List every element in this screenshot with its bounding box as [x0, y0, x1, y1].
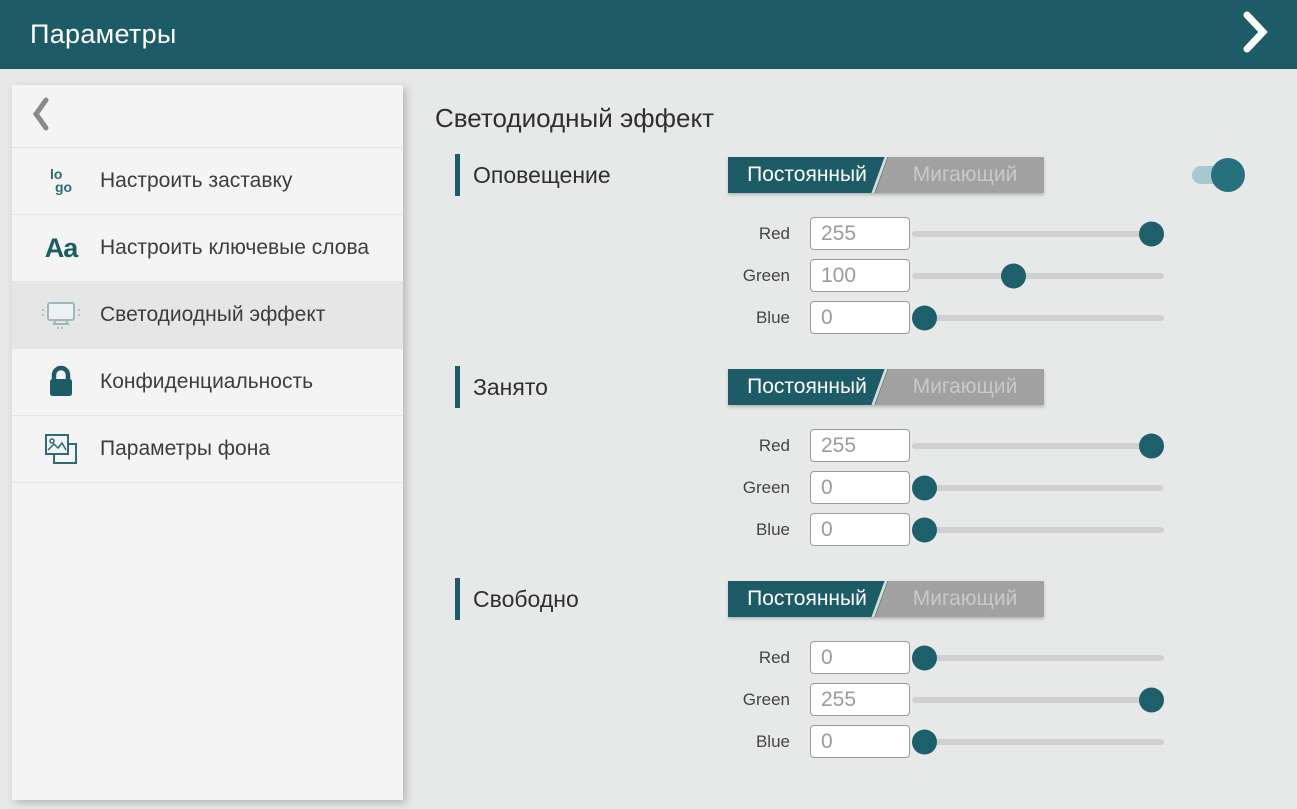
channel-value-input[interactable] [810, 641, 910, 674]
enable-switch[interactable] [1192, 166, 1243, 184]
mode-toggle-group: Постоянный Мигающий [728, 581, 1044, 617]
channel-row: Green [435, 471, 1235, 504]
slider-track [912, 655, 1164, 661]
sidebar-item-label: Параметры фона [100, 436, 270, 462]
slider-track [912, 443, 1164, 449]
sidebar-item-privacy[interactable]: Конфиденциальность [12, 349, 403, 416]
sidebar-item-label: Конфиденциальность [100, 369, 313, 395]
channel-slider[interactable] [912, 725, 1164, 758]
channel-slider[interactable] [912, 641, 1164, 674]
section-title: Оповещение [473, 162, 611, 189]
switch-knob [1211, 158, 1245, 192]
channel-label: Blue [435, 308, 790, 328]
led-section: Оповещение Постоянный Мигающий Red Green [435, 151, 1235, 343]
sidebar-item-label: Настроить ключевые слова [100, 235, 369, 261]
channel-value-input[interactable] [810, 259, 910, 292]
channel-label: Green [435, 478, 790, 498]
mode-toggle-group: Постоянный Мигающий [728, 157, 1044, 193]
channel-row: Blue [435, 725, 1235, 758]
app-header: Параметры [0, 0, 1297, 69]
slider-thumb[interactable] [1001, 263, 1026, 288]
slider-thumb[interactable] [1139, 687, 1164, 712]
channel-row: Red [435, 429, 1235, 462]
section-accent-bar [455, 366, 460, 408]
sidebar-item-keywords[interactable]: Aa Настроить ключевые слова [12, 215, 403, 282]
lock-icon [38, 364, 84, 400]
channel-row: Red [435, 217, 1235, 250]
channel-value-input[interactable] [810, 301, 910, 334]
channel-value-input[interactable] [810, 683, 910, 716]
section-title: Свободно [473, 586, 579, 613]
channel-label: Green [435, 690, 790, 710]
slider-thumb[interactable] [1139, 221, 1164, 246]
sidebar-item-label: Светодиодный эффект [100, 302, 325, 328]
slider-track [912, 231, 1164, 237]
chevron-left-icon [32, 96, 50, 137]
channel-slider[interactable] [912, 259, 1164, 292]
collapse-panel-button[interactable] [1235, 12, 1275, 58]
slider-thumb[interactable] [912, 729, 937, 754]
slider-track [912, 485, 1164, 491]
background-images-icon [38, 431, 84, 467]
mode-option-blinking[interactable]: Мигающий [886, 581, 1044, 617]
channel-slider[interactable] [912, 683, 1164, 716]
mode-option-blinking[interactable]: Мигающий [886, 369, 1044, 405]
channel-slider[interactable] [912, 301, 1164, 334]
channel-row: Green [435, 259, 1235, 292]
channel-value-input[interactable] [810, 429, 910, 462]
section-accent-bar [455, 578, 460, 620]
channel-label: Green [435, 266, 790, 286]
app-title: Параметры [30, 19, 177, 50]
mode-toggle-group: Постоянный Мигающий [728, 369, 1044, 405]
logo-icon: logo [38, 168, 84, 195]
channel-value-input[interactable] [810, 471, 910, 504]
chevron-right-icon [1242, 10, 1268, 59]
mode-option-solid[interactable]: Постоянный [728, 369, 886, 405]
channel-row: Green [435, 683, 1235, 716]
mode-option-solid[interactable]: Постоянный [728, 157, 886, 193]
slider-thumb[interactable] [1139, 433, 1164, 458]
page-title: Светодиодный эффект [435, 101, 1235, 135]
channel-row: Blue [435, 513, 1235, 546]
slider-thumb[interactable] [912, 645, 937, 670]
led-sections: Оповещение Постоянный Мигающий Red Green [435, 151, 1235, 767]
channel-value-input[interactable] [810, 725, 910, 758]
channel-slider[interactable] [912, 471, 1164, 504]
channel-slider[interactable] [912, 217, 1164, 250]
channel-label: Blue [435, 732, 790, 752]
slider-track [912, 697, 1164, 703]
led-section: Занято Постоянный Мигающий Red Green Blu… [435, 363, 1235, 555]
sidebar-item-led-effect[interactable]: Светодиодный эффект [12, 282, 403, 349]
section-title: Занято [473, 374, 548, 401]
mode-option-solid[interactable]: Постоянный [728, 581, 886, 617]
mode-option-blinking[interactable]: Мигающий [886, 157, 1044, 193]
led-section: Свободно Постоянный Мигающий Red Green B… [435, 575, 1235, 767]
slider-thumb[interactable] [912, 475, 937, 500]
channel-label: Red [435, 436, 790, 456]
led-screen-icon [38, 298, 84, 332]
section-accent-bar [455, 154, 460, 196]
slider-track [912, 273, 1164, 279]
channel-row: Red [435, 641, 1235, 674]
channel-label: Blue [435, 520, 790, 540]
slider-track [912, 527, 1164, 533]
sidebar-item-screensaver[interactable]: logo Настроить заставку [12, 148, 403, 215]
slider-track [912, 315, 1164, 321]
slider-thumb[interactable] [912, 305, 937, 330]
channel-row: Blue [435, 301, 1235, 334]
channel-slider[interactable] [912, 429, 1164, 462]
settings-sidebar: logo Настроить заставку Aa Настроить клю… [12, 85, 403, 800]
channel-value-input[interactable] [810, 513, 910, 546]
sidebar-item-label: Настроить заставку [100, 168, 292, 194]
slider-thumb[interactable] [912, 517, 937, 542]
channel-label: Red [435, 224, 790, 244]
sidebar-back-button[interactable] [12, 85, 403, 148]
letters-aa-icon: Aa [38, 233, 84, 264]
sidebar-item-background[interactable]: Параметры фона [12, 416, 403, 483]
slider-track [912, 739, 1164, 745]
channel-slider[interactable] [912, 513, 1164, 546]
led-effect-panel: Светодиодный эффект Оповещение Постоянны… [435, 101, 1235, 787]
channel-label: Red [435, 648, 790, 668]
channel-value-input[interactable] [810, 217, 910, 250]
